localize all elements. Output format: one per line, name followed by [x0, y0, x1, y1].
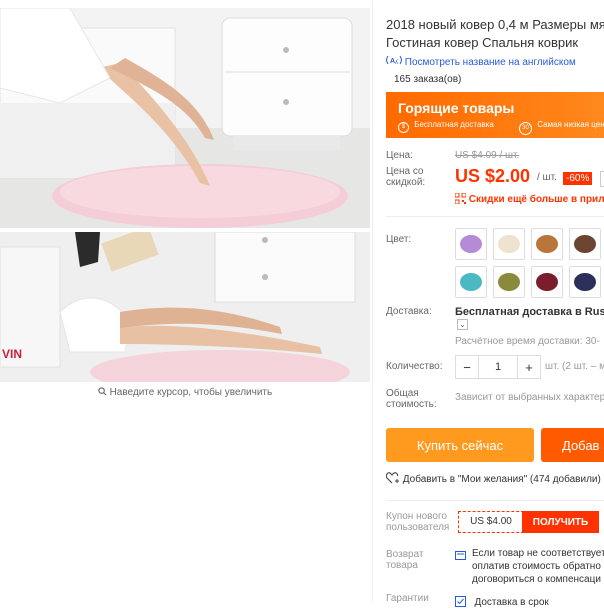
color-swatch-navy[interactable]	[569, 266, 601, 298]
heart-plus-icon	[385, 472, 403, 485]
qr-code-icon	[454, 192, 469, 205]
svg-text:VIN: VIN	[2, 347, 22, 361]
product-gallery: VIN Наведите курсор, чтобы увеличить	[0, 0, 370, 405]
swatch-fill	[536, 235, 558, 253]
wishlist-text: Добавить в "Мои желания" (474 добавили)	[402, 474, 601, 485]
returns-label: Возврат товара	[386, 549, 424, 571]
returns-line3: договориться о компенсаци	[472, 574, 601, 585]
returns-icon	[455, 548, 466, 566]
get-coupon-button[interactable]: ПОЛУЧИТЬ	[522, 511, 599, 533]
discount-label-line1: Цена со	[386, 166, 424, 177]
color-swatches	[455, 228, 604, 298]
swatch-fill	[574, 235, 596, 253]
translate-link-text: Посмотреть название на английском	[404, 57, 576, 68]
color-swatch-dark-brown[interactable]	[569, 228, 601, 260]
returns-line2: оплатив стоимость обратно	[472, 561, 601, 572]
price-label: Цена:	[386, 150, 413, 161]
product-title-line1: 2018 новый ковер 0,4 м Размеры мяг	[386, 17, 604, 32]
color-swatch-olive[interactable]	[493, 266, 525, 298]
total-label-line2: стоимость:	[386, 399, 437, 410]
returns-line1: Если товар не соответствует	[472, 548, 604, 559]
photo-scene-lounge: VIN	[0, 232, 370, 382]
swatch-fill	[536, 273, 558, 291]
color-label: Цвет:	[386, 234, 412, 245]
dollar-circle-icon: $	[398, 122, 409, 133]
hot-deals-banner: Горящие товары $ Бесплатная доставка 30 …	[386, 92, 604, 138]
returns-label-line1: Возврат	[386, 549, 424, 560]
hot-deals-title: Горящие товары	[398, 100, 515, 116]
swatch-fill	[574, 273, 596, 291]
swatch-fill	[498, 273, 520, 291]
guarantee-text: Доставка в срок	[474, 597, 549, 608]
current-price: US $2.00	[455, 166, 531, 186]
orders-count: 165 заказа(ов)	[394, 74, 462, 85]
lowest-price-feature: 30 Самая низкая цен	[519, 120, 604, 135]
zoom-hint-text: Наведите курсор, чтобы увеличить	[109, 387, 273, 398]
quantity-stepper[interactable]: − 1 +	[455, 355, 541, 379]
total-label-line1: Общая	[386, 388, 419, 399]
guarantee-label: Гарантии	[386, 593, 429, 604]
divider	[386, 500, 604, 501]
discount-price-label: Цена со скидкой:	[386, 166, 425, 188]
product-title-line2: Гостиная ковер Спальня коврик	[386, 35, 579, 50]
coupon-label-line2: пользователя	[386, 522, 450, 533]
lowest-price-text: Самая низкая цен	[537, 120, 604, 129]
translate-icon: A ʎ	[386, 55, 405, 68]
color-swatch-burgundy[interactable]	[531, 266, 563, 298]
svg-text:ʎ: ʎ	[395, 60, 398, 66]
color-swatch-purple[interactable]	[455, 228, 487, 260]
discount-label-line2: скидкой:	[386, 177, 426, 188]
add-to-cart-button[interactable]: Добав	[541, 428, 604, 462]
quantity-note: шт. (2 шт. – м	[545, 361, 604, 372]
product-photo-secondary[interactable]: VIN	[0, 232, 370, 382]
discount-badge: -60%	[563, 172, 593, 185]
swatch-fill	[498, 235, 520, 253]
timer-badge	[600, 171, 604, 187]
swatch-fill	[460, 235, 482, 253]
total-value: Зависит от выбранных характер	[455, 392, 604, 403]
translate-title-link[interactable]: A ʎ Посмотреть название на английском	[386, 55, 576, 68]
magnifier-icon	[98, 387, 110, 398]
buy-now-button[interactable]: Купить сейчас	[386, 428, 534, 462]
color-swatch-beige[interactable]	[493, 228, 525, 260]
photo-scene-bedroom	[0, 8, 370, 228]
quantity-value[interactable]: 1	[478, 356, 518, 378]
color-swatch-orange-brown[interactable]	[531, 228, 563, 260]
free-shipping-feature: $ Бесплатная доставка	[398, 120, 494, 133]
guarantee-info: Доставка в срок	[455, 592, 549, 610]
coupon-label-line1: Купон нового	[386, 511, 447, 522]
product-photo-main[interactable]	[0, 8, 370, 228]
returns-label-line2: товара	[386, 560, 418, 571]
chevron-down-icon[interactable]: ⌄	[457, 319, 468, 330]
swatch-fill	[460, 273, 482, 291]
per-unit-label: / шт.	[537, 172, 557, 183]
column-divider	[372, 0, 373, 601]
zoom-hint: Наведите курсор, чтобы увеличить	[0, 387, 370, 398]
old-price: US $4.09 / шт.	[455, 150, 520, 161]
free-shipping-text: Бесплатная доставка	[414, 120, 494, 129]
thirty-circle-icon: 30	[519, 122, 532, 135]
quantity-minus-button[interactable]: −	[456, 356, 478, 378]
color-swatch-teal[interactable]	[455, 266, 487, 298]
shipping-method: Бесплатная доставка в Russia	[455, 306, 604, 318]
shipping-label: Доставка:	[386, 306, 432, 317]
total-label: Общая стоимость:	[386, 388, 437, 410]
app-discount-text: Скидки ещё больше в прило	[468, 194, 604, 205]
delivery-time: Расчётное время доставки: 30-	[455, 336, 600, 347]
quantity-plus-button[interactable]: +	[518, 356, 540, 378]
quantity-label: Количество:	[386, 361, 443, 372]
coupon-value: US $4.00	[458, 511, 524, 533]
coupon-label: Купон нового пользователя	[386, 511, 449, 533]
add-to-wishlist-link[interactable]: Добавить в "Мои желания" (474 добавили)	[385, 472, 601, 485]
app-discount-link[interactable]: Скидки ещё больше в прило	[454, 192, 604, 205]
divider	[386, 216, 604, 217]
